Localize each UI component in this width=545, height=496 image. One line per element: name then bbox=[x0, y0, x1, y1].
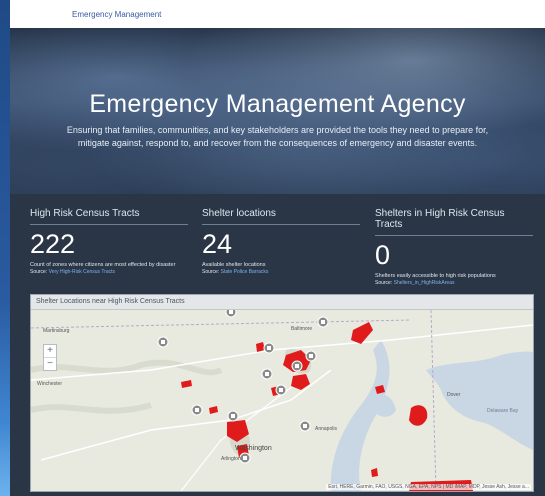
app-container: Emergency Management Emergency Managemen… bbox=[10, 0, 545, 496]
map-label-winchester: Winchester bbox=[37, 381, 62, 387]
shelter-marker[interactable] bbox=[227, 410, 239, 422]
stat-title: Shelter locations bbox=[202, 208, 276, 219]
shelter-marker[interactable] bbox=[157, 336, 169, 348]
map-label-delaware-bay: Delaware Bay bbox=[487, 408, 519, 414]
shelter-marker[interactable] bbox=[225, 310, 237, 318]
map-label-baltimore: Baltimore bbox=[291, 326, 312, 332]
stat-card-high-risk-tracts: High Risk Census Tracts 222 Count of zon… bbox=[30, 208, 188, 276]
left-accent-band bbox=[0, 0, 10, 496]
hero-banner: Emergency Management Agency Ensuring tha… bbox=[10, 28, 545, 194]
hero-title: Emergency Management Agency bbox=[89, 90, 466, 118]
top-header-bar: Emergency Management bbox=[10, 0, 545, 28]
map-view[interactable]: Martinsburg Winchester Washington Arling… bbox=[31, 310, 533, 491]
map-label-dover: Dover bbox=[447, 392, 461, 398]
zoom-out-button[interactable]: − bbox=[44, 357, 56, 370]
shelter-marker[interactable] bbox=[263, 342, 275, 354]
basemap-svg: Martinsburg Winchester Washington Arling… bbox=[31, 310, 533, 491]
stat-divider bbox=[30, 224, 188, 225]
stat-value: 222 bbox=[30, 229, 76, 259]
map-attribution: Esri, HERE, Garmin, FAO, USGS, NGA, EPA,… bbox=[326, 484, 531, 490]
shelter-marker[interactable] bbox=[299, 420, 311, 432]
shelter-marker[interactable] bbox=[305, 350, 317, 362]
stat-value: 0 bbox=[375, 240, 391, 270]
stat-title: High Risk Census Tracts bbox=[30, 208, 140, 219]
stat-description: Available shelter locations bbox=[202, 262, 266, 268]
stat-source: Source: Very High-Risk Census Tracts bbox=[30, 269, 188, 276]
stat-source-label: Source: bbox=[202, 269, 220, 275]
map-label-martinsburg: Martinsburg bbox=[43, 328, 70, 334]
stat-source: Source: Shelters_in_HighRiskAreas bbox=[375, 280, 533, 287]
stat-title: Shelters in High Risk Census Tracts bbox=[375, 208, 505, 230]
map-label-arlington: Arlington bbox=[221, 456, 241, 462]
stat-source-label: Source: bbox=[30, 269, 48, 275]
stat-source-link[interactable]: Very High-Risk Census Tracts bbox=[49, 269, 115, 275]
header-title-link[interactable]: Emergency Management bbox=[72, 10, 161, 19]
map-label-washington: Washington bbox=[235, 445, 272, 452]
stat-source-label: Source: bbox=[375, 280, 393, 286]
stat-source-link[interactable]: State Police Barracks bbox=[221, 269, 269, 275]
map-panel: Shelter Locations near High Risk Census … bbox=[30, 294, 534, 492]
stat-source: Source: State Police Barracks bbox=[202, 269, 360, 276]
stat-divider bbox=[202, 224, 360, 225]
stat-description: Shelters easily accessible to high risk … bbox=[375, 273, 496, 279]
shelter-marker[interactable] bbox=[291, 360, 303, 372]
zoom-control: + − bbox=[43, 344, 57, 371]
map-label-annapolis: Annapolis bbox=[315, 426, 337, 432]
stat-source-link[interactable]: Shelters_in_HighRiskAreas bbox=[394, 280, 455, 286]
shelter-marker[interactable] bbox=[275, 384, 287, 396]
stat-card-shelters-in-high-risk: Shelters in High Risk Census Tracts 0 Sh… bbox=[375, 208, 533, 287]
zoom-in-button[interactable]: + bbox=[44, 345, 56, 357]
stat-description: Count of zones where citizens are most e… bbox=[30, 262, 176, 268]
stats-row: High Risk Census Tracts 222 Count of zon… bbox=[10, 194, 545, 294]
shelter-marker[interactable] bbox=[261, 368, 273, 380]
stat-card-shelter-locations: Shelter locations 24 Available shelter l… bbox=[202, 208, 360, 276]
map-title: Shelter Locations near High Risk Census … bbox=[31, 295, 533, 310]
shelter-marker[interactable] bbox=[191, 404, 203, 416]
stat-value: 24 bbox=[202, 229, 233, 259]
shelter-marker[interactable] bbox=[239, 452, 251, 464]
stat-divider bbox=[375, 235, 533, 236]
shelter-marker[interactable] bbox=[317, 316, 329, 328]
hero-subtitle: Ensuring that families, communities, and… bbox=[66, 125, 489, 148]
